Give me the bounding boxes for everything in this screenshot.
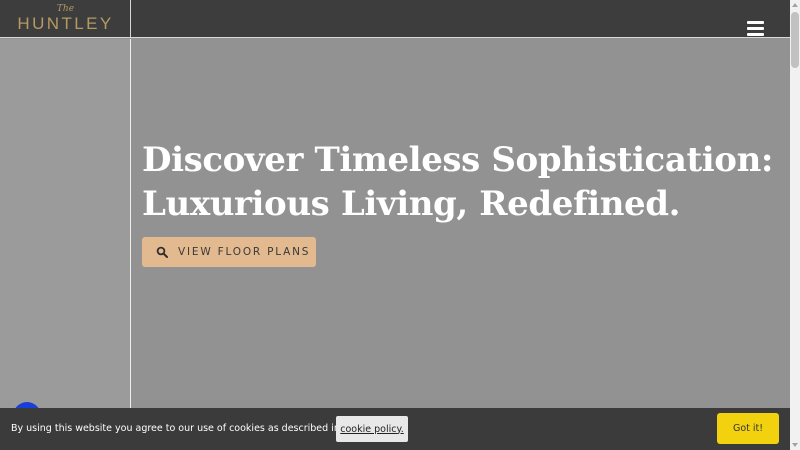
- menu-bar: [747, 21, 764, 24]
- hero-title: Discover Timeless Sophistication: Luxuri…: [142, 140, 774, 224]
- view-floor-plans-label: VIEW FLOOR PLANS: [178, 246, 311, 258]
- site-header: The HUNTLEY: [0, 0, 790, 38]
- menu-bar: [747, 33, 764, 36]
- page-scrollbar[interactable]: [790, 0, 800, 450]
- logo-name-text: HUNTLEY: [17, 14, 114, 33]
- cookie-message: By using this website you agree to our u…: [11, 423, 359, 434]
- accept-cookies-button[interactable]: Got it!: [717, 413, 779, 444]
- left-column: [0, 39, 131, 409]
- scroll-down-arrow-icon[interactable]: [790, 440, 800, 450]
- menu-bar: [747, 27, 764, 30]
- search-icon: [156, 246, 168, 258]
- cookie-policy-link[interactable]: cookie policy.: [336, 416, 408, 442]
- logo-the-text: The: [56, 4, 75, 14]
- site-logo[interactable]: The HUNTLEY: [0, 0, 131, 38]
- view-floor-plans-button[interactable]: VIEW FLOOR PLANS: [142, 237, 316, 267]
- cookie-banner: By using this website you agree to our u…: [0, 408, 790, 450]
- scroll-up-arrow-icon[interactable]: [790, 0, 800, 10]
- hamburger-menu-icon[interactable]: [744, 21, 766, 39]
- scrollbar-thumb[interactable]: [791, 12, 799, 68]
